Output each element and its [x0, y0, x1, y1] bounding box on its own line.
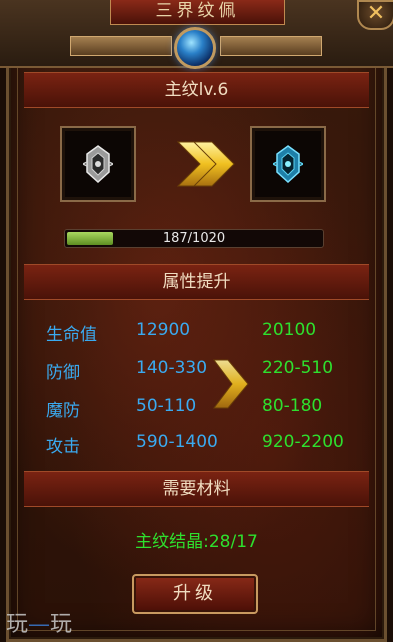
stat-current: 12900: [136, 320, 191, 340]
next-rune-slot[interactable]: [250, 126, 326, 202]
stat-name: 生命值: [46, 325, 97, 345]
rune-blue-icon: [273, 145, 303, 184]
close-button[interactable]: ✕: [357, 0, 393, 30]
rune-gray-icon: [83, 145, 113, 184]
rune-progress-bar: 187/1020: [64, 229, 324, 248]
stat-row: 生命值 12900 20100: [46, 320, 376, 346]
current-rune-slot[interactable]: [60, 126, 136, 202]
watermark-dash: —: [28, 612, 51, 637]
stat-arrow-icon: [213, 359, 249, 409]
window-title: 三界纹佩: [110, 0, 285, 25]
stat-name: 攻击: [46, 437, 80, 457]
stat-name: 防御: [46, 363, 80, 383]
upgrade-button[interactable]: 升级: [132, 574, 258, 614]
ornament-bar-left: [70, 36, 172, 56]
rune-level-header: 主纹lv.6: [24, 72, 369, 108]
stat-next: 220-510: [262, 358, 334, 378]
materials-header: 需要材料: [24, 471, 369, 507]
stat-next: 920-2200: [262, 432, 344, 452]
stat-current: 140-330: [136, 358, 208, 378]
stat-name: 魔防: [46, 401, 80, 421]
stat-next: 20100: [262, 320, 317, 340]
blue-orb-icon: [174, 27, 216, 69]
stat-row: 攻击 590-1400 920-2200: [46, 432, 376, 458]
stat-current: 50-110: [136, 396, 197, 416]
double-arrow-right-icon: [176, 141, 235, 187]
attributes-header: 属性提升: [24, 264, 369, 300]
ornament-bar-right: [220, 36, 322, 56]
stat-next: 80-180: [262, 396, 323, 416]
stat-current: 590-1400: [136, 432, 218, 452]
watermark-logo: 玩—玩: [6, 606, 72, 638]
watermark-left: 玩: [6, 612, 29, 637]
watermark-right: 玩: [50, 612, 73, 637]
progress-text: 187/1020: [162, 231, 226, 246]
material-requirement: 主纹结晶:28/17: [135, 532, 258, 552]
